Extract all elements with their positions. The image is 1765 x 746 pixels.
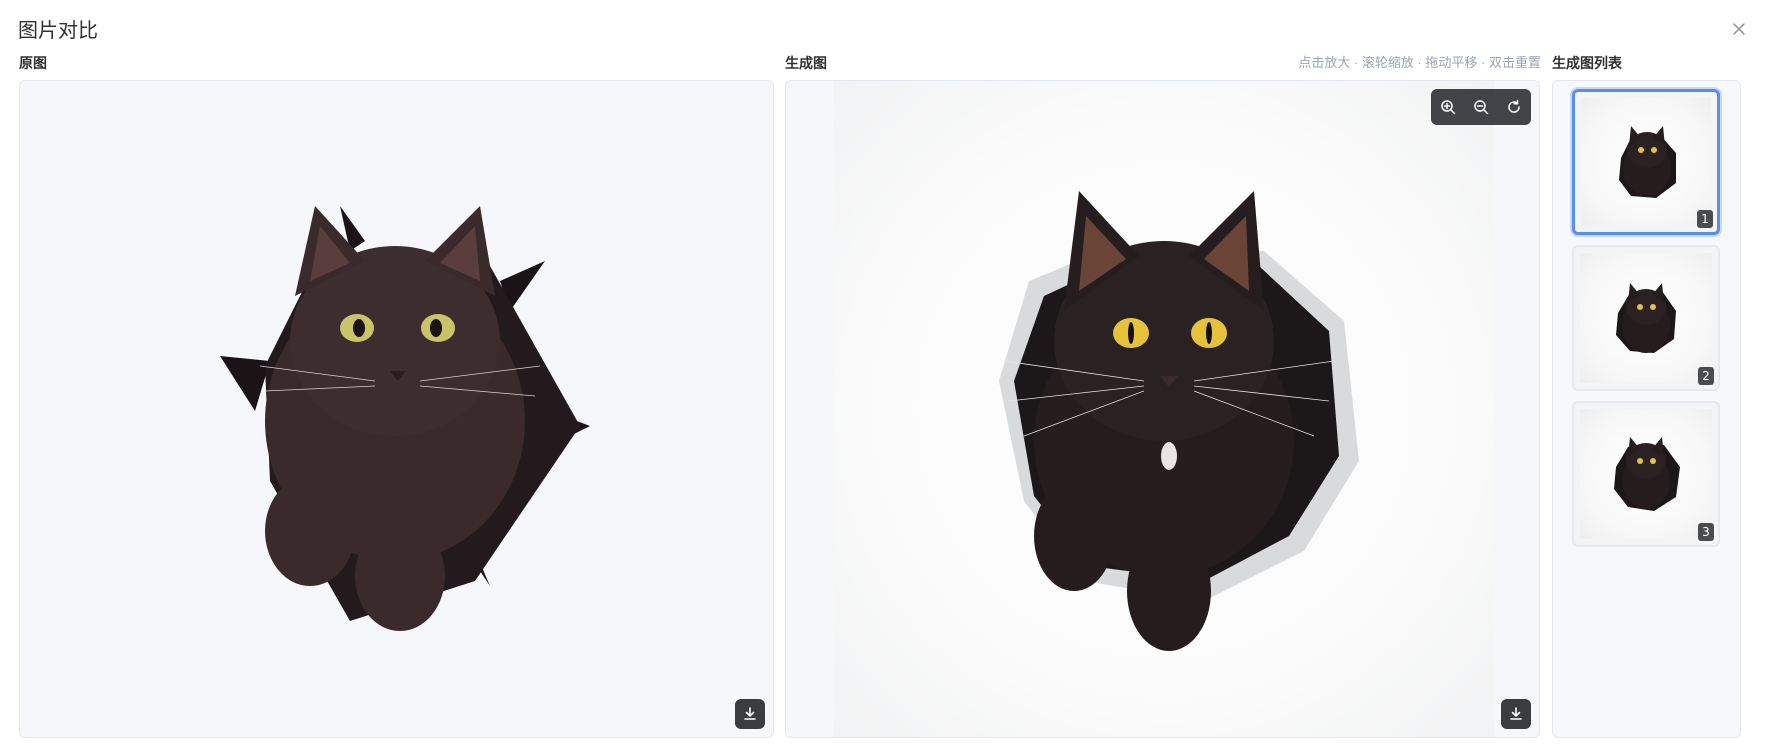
thumbnail-number: 3 [1698,523,1714,541]
refresh-icon[interactable] [1503,96,1525,118]
thumbnail-image [1580,409,1712,539]
download-generated-button[interactable] [1501,699,1531,729]
zoom-in-icon[interactable] [1437,96,1459,118]
thumbnail-image [1581,98,1711,226]
generated-list-label: 生成图列表 [1552,55,1622,71]
download-icon [744,707,756,720]
generated-list-panel: 1 2 3 [1552,80,1741,738]
thumbnail-number: 2 [1698,367,1714,385]
generated-thumbnail[interactable]: 1 [1572,89,1720,235]
generated-label: 生成图 [785,55,827,71]
thumbnail-image [1580,253,1712,383]
image-toolbar [1431,89,1531,125]
dialog-title: 图片对比 [18,20,98,42]
original-image-panel[interactable] [19,80,774,738]
close-icon[interactable] [1729,19,1749,39]
generated-thumbnail[interactable]: 3 [1572,401,1720,547]
zoom-out-icon[interactable] [1470,96,1492,118]
download-icon [1510,707,1522,720]
original-image [220,206,590,631]
original-label: 原图 [19,55,47,71]
download-original-button[interactable] [735,699,765,729]
generated-image [834,81,1494,737]
image-compare-dialog: 图片对比 原图 生成图 点击放大 · 滚轮缩放 · 拖动平移 · 双击重置 生成… [0,0,1765,746]
thumbnail-number: 1 [1697,210,1713,228]
generated-image-panel[interactable] [785,80,1540,738]
interaction-hint: 点击放大 · 滚轮缩放 · 拖动平移 · 双击重置 [1298,55,1541,70]
generated-thumbnail[interactable]: 2 [1572,245,1720,391]
